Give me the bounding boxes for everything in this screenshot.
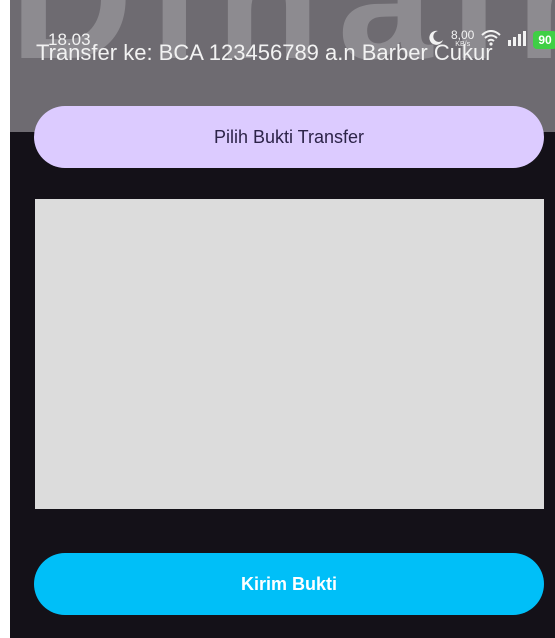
send-proof-button[interactable]: Kirim Bukti (34, 553, 544, 615)
select-proof-button[interactable]: Pilih Bukti Transfer (34, 106, 544, 168)
proof-image-preview (35, 199, 544, 509)
net-speed-unit: KB/s (455, 41, 471, 48)
net-speed: 8,00 KB/s (451, 28, 475, 49)
moon-icon (428, 30, 444, 51)
wifi-icon (481, 29, 502, 51)
battery-indicator: 90 (533, 31, 555, 49)
status-time: 18.03 (48, 30, 91, 49)
outer-frame: Dinain Transfer ke: BCA 123456789 a.n Ba… (0, 0, 555, 638)
signal-icon (508, 30, 527, 51)
status-icons: 8,00 KB/s 90 (428, 28, 555, 52)
net-speed-value: 8,00 (451, 28, 475, 42)
